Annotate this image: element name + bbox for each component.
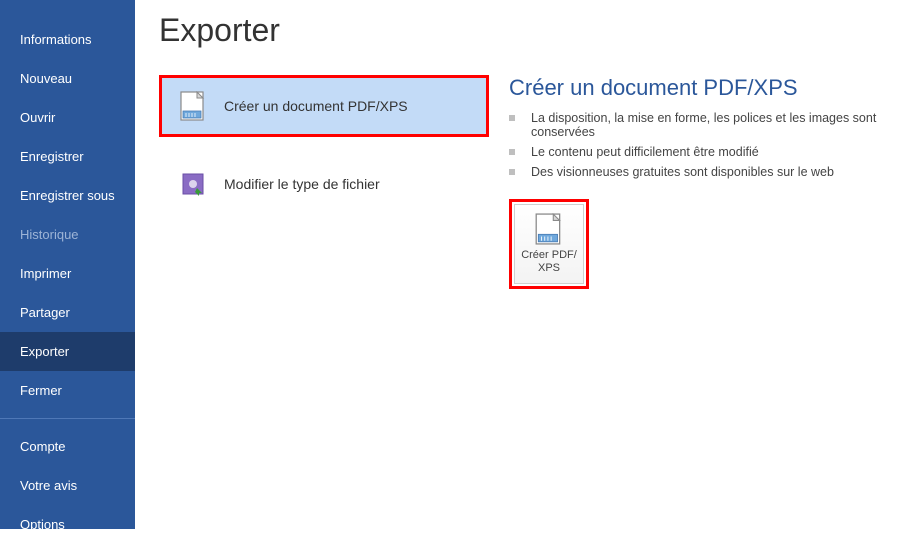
change-file-type-icon: [176, 171, 210, 197]
create-pdf-xps-button-label: Créer PDF/ XPS: [521, 249, 577, 275]
columns: Créer un document PDF/XPS Modifier le ty…: [159, 75, 924, 289]
sidebar-item-enregistrer[interactable]: Enregistrer: [0, 137, 135, 176]
export-option-create-pdf-xps[interactable]: Créer un document PDF/XPS: [159, 75, 489, 137]
export-detail-column: Créer un document PDF/XPS La disposition…: [489, 75, 924, 289]
sidebar-item-historique: Historique: [0, 215, 135, 254]
create-pdf-xps-button-highlight: Créer PDF/ XPS: [509, 199, 589, 289]
detail-bullet: La disposition, la mise en forme, les po…: [509, 111, 924, 139]
sidebar-item-votre-avis[interactable]: Votre avis: [0, 466, 135, 505]
pdf-xps-file-icon: [176, 91, 210, 121]
pdf-xps-file-icon: [535, 213, 563, 245]
sidebar-separator: [0, 418, 135, 419]
main-content: Exporter: [135, 0, 924, 529]
sidebar-item-exporter[interactable]: Exporter: [0, 332, 135, 371]
export-option-label: Modifier le type de fichier: [224, 176, 380, 192]
sidebar-item-nouveau[interactable]: Nouveau: [0, 59, 135, 98]
detail-bullet: Le contenu peut difficilement être modif…: [509, 145, 924, 159]
sidebar-item-options[interactable]: Options: [0, 505, 135, 544]
page-title: Exporter: [159, 12, 924, 49]
export-option-label: Créer un document PDF/XPS: [224, 98, 408, 114]
sidebar-top-group: Informations Nouveau Ouvrir Enregistrer …: [0, 0, 135, 410]
sidebar-bottom-group: Compte Votre avis Options: [0, 427, 135, 544]
sidebar-item-compte[interactable]: Compte: [0, 427, 135, 466]
detail-heading: Créer un document PDF/XPS: [509, 75, 924, 101]
backstage-sidebar: Informations Nouveau Ouvrir Enregistrer …: [0, 0, 135, 529]
export-option-change-file-type[interactable]: Modifier le type de fichier: [159, 153, 489, 215]
sidebar-item-ouvrir[interactable]: Ouvrir: [0, 98, 135, 137]
sidebar-item-imprimer[interactable]: Imprimer: [0, 254, 135, 293]
sidebar-item-fermer[interactable]: Fermer: [0, 371, 135, 410]
detail-bullets: La disposition, la mise en forme, les po…: [509, 111, 924, 179]
detail-bullet: Des visionneuses gratuites sont disponib…: [509, 165, 924, 179]
sidebar-item-enregistrer-sous[interactable]: Enregistrer sous: [0, 176, 135, 215]
sidebar-item-partager[interactable]: Partager: [0, 293, 135, 332]
create-pdf-xps-button[interactable]: Créer PDF/ XPS: [514, 204, 584, 284]
sidebar-item-informations[interactable]: Informations: [0, 20, 135, 59]
export-options-column: Créer un document PDF/XPS Modifier le ty…: [159, 75, 489, 289]
